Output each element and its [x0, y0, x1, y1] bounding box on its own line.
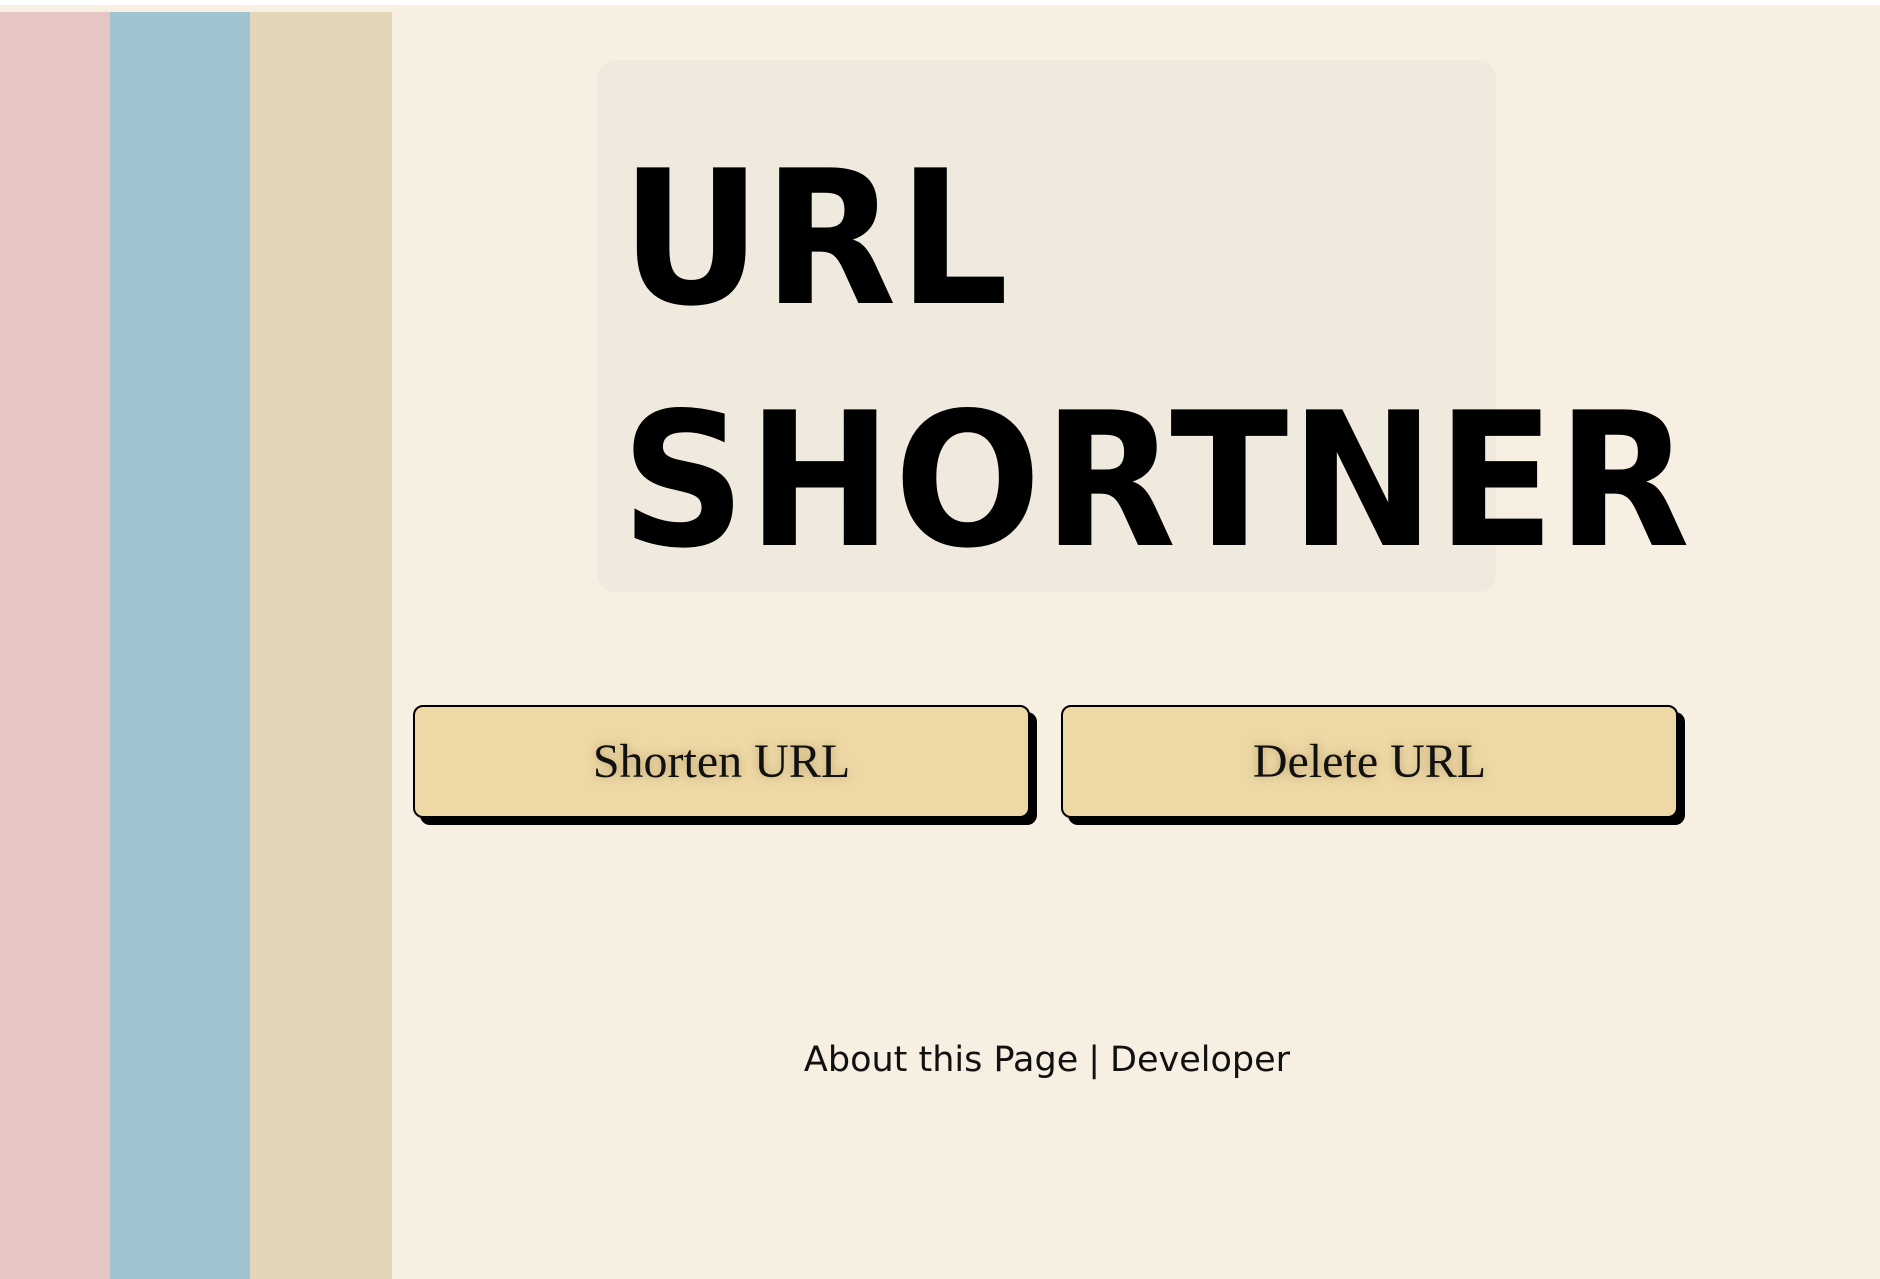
delete-url-button[interactable]: Delete URL [1061, 705, 1678, 818]
developer-link[interactable]: Developer [1110, 1040, 1290, 1080]
footer: About this Page | Developer [0, 1040, 1880, 1080]
title-card: URL SHORTNER [597, 60, 1690, 592]
title-line-1: URL [621, 130, 1011, 347]
decorative-stripe-blue [110, 12, 250, 1279]
shorten-url-button[interactable]: Shorten URL [413, 705, 1030, 818]
title-line-2: SHORTNER [621, 372, 1692, 589]
footer-separator: | [1088, 1040, 1101, 1080]
page-background: URL SHORTNER Shorten URL Delete URL Abou… [0, 5, 1880, 1279]
decorative-stripe-tan [250, 12, 392, 1279]
about-page-link[interactable]: About this Page [804, 1040, 1078, 1080]
decorative-stripe-pink [0, 12, 110, 1279]
